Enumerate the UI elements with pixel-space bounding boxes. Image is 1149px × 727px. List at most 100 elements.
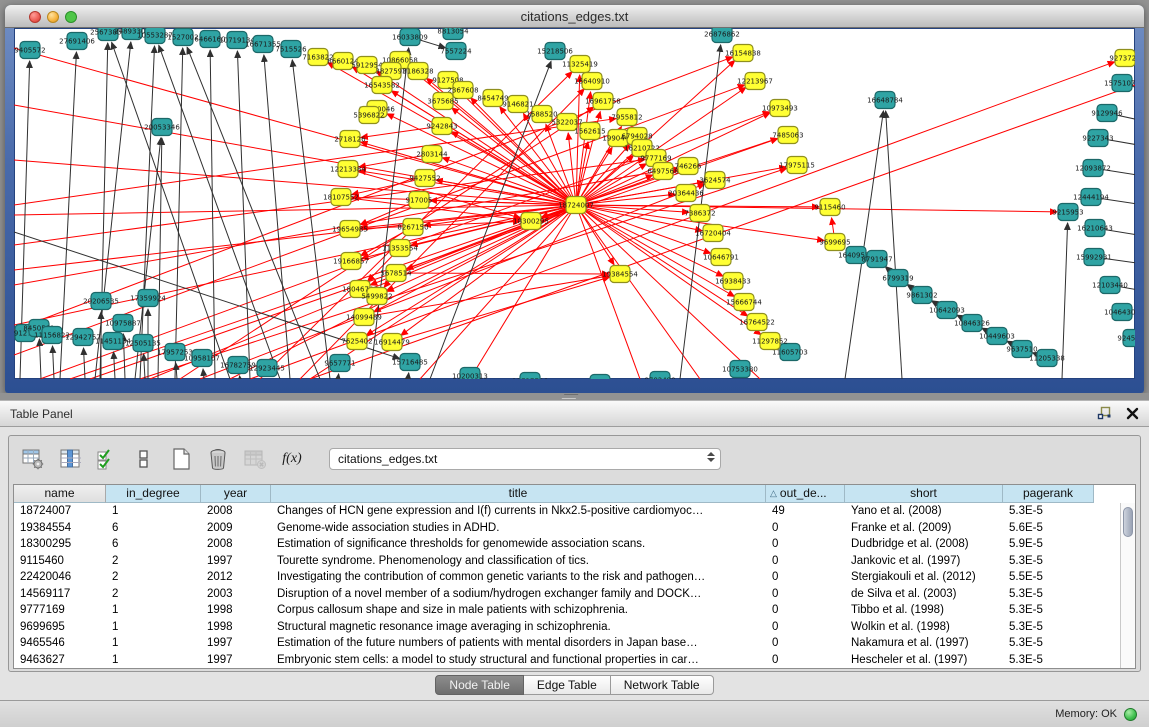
graph-node-label: 5396822 — [353, 112, 384, 120]
select-all-button[interactable] — [93, 445, 121, 473]
graph-node[interactable]: 11737746 — [512, 373, 548, 380]
column-header-out-degree[interactable]: △ out_de... — [766, 485, 845, 503]
graph-node[interactable]: 10646791 — [703, 249, 739, 266]
graph-node[interactable]: 15218506 — [537, 43, 573, 60]
graph-node-label: 8702480 — [644, 377, 675, 380]
table-row[interactable]: 1938455462009Genome-wide association stu… — [14, 520, 1120, 537]
graph-node[interactable]: 16764522 — [739, 314, 775, 331]
graph-node[interactable]: 6799319 — [882, 270, 913, 287]
graph-node[interactable]: 16720404 — [695, 225, 731, 242]
graph-node[interactable]: 9273721 — [1109, 50, 1135, 67]
column-header-title[interactable]: title — [271, 485, 766, 503]
graph-node[interactable]: 20206535 — [83, 293, 119, 310]
graph-edge — [408, 373, 409, 379]
graph-node[interactable]: 19166857 — [333, 253, 369, 270]
graph-node[interactable]: 9245072 — [1117, 330, 1135, 347]
graph-node[interactable]: 12213967 — [737, 73, 773, 90]
memory-status-indicator[interactable] — [1124, 708, 1137, 721]
table-row[interactable]: 946362711997Embryonic stem cells: a mode… — [14, 652, 1120, 669]
graph-node[interactable]: 9482430 — [584, 375, 615, 380]
graph-node[interactable]: 17359924 — [130, 290, 166, 307]
graph-node[interactable]: 9427552 — [409, 170, 440, 187]
graph-node[interactable]: 9861302 — [906, 287, 937, 304]
window-titlebar[interactable]: citations_edges.txt — [5, 5, 1144, 28]
scrollbar-thumb[interactable] — [1123, 507, 1133, 537]
table-row[interactable]: 911546021997Tourette syndrome. Phenomeno… — [14, 553, 1120, 570]
column-header-year[interactable]: year — [201, 485, 271, 503]
graph-node[interactable]: 16914479 — [374, 334, 410, 351]
graph-node[interactable]: 12103440 — [1092, 277, 1128, 294]
graph-node[interactable]: 16154838 — [725, 45, 761, 62]
graph-node-label: 8813054 — [437, 28, 469, 36]
table-row[interactable]: 946554611997Estimation of the future num… — [14, 635, 1120, 652]
graph-node[interactable]: 15716485 — [392, 354, 428, 371]
graph-node[interactable]: 11325419 — [562, 56, 598, 73]
column-header-pagerank[interactable]: pagerank — [1003, 485, 1094, 503]
graph-node[interactable]: 20053346 — [144, 119, 180, 136]
graph-node[interactable]: 15751074 — [1104, 75, 1135, 92]
graph-node[interactable]: 7557224 — [440, 43, 472, 60]
citation-graph[interactable]: 9405572276914062567380524893305105532871… — [14, 28, 1135, 379]
column-header-name[interactable]: name — [14, 485, 106, 503]
tab-node-table[interactable]: Node Table — [435, 675, 524, 695]
table-selector[interactable]: citations_edges.txt — [329, 448, 721, 470]
table-row[interactable]: 2242004622012Investigating the contribut… — [14, 569, 1120, 586]
graph-node[interactable]: 7955812 — [611, 109, 642, 126]
graph-node-label: 10646791 — [703, 254, 739, 262]
graph-node[interactable]: 10464302 — [1104, 304, 1135, 321]
table-cell: Franke et al. (2009) — [845, 520, 1003, 537]
table-scrollbar[interactable] — [1120, 503, 1135, 668]
table-row[interactable]: 977716911998Corpus callosum shape and si… — [14, 602, 1120, 619]
graph-node[interactable]: 917005 — [406, 192, 433, 209]
float-panel-icon[interactable] — [1097, 406, 1112, 426]
graph-node[interactable]: 9227343 — [1082, 130, 1113, 147]
table-cell: 1997 — [201, 635, 271, 652]
graph-node[interactable]: 19384554 — [602, 266, 638, 283]
graph-node[interactable]: 9699695 — [819, 234, 850, 251]
table-row[interactable]: 969969511998Structural magnetic resonanc… — [14, 619, 1120, 636]
graph-node[interactable]: 17975115 — [779, 157, 815, 174]
table-cell: Nakamura et al. (1997) — [845, 635, 1003, 652]
graph-node[interactable]: 9115460 — [814, 199, 845, 216]
graph-node[interactable]: 7625402 — [341, 333, 372, 350]
column-header-in-degree[interactable]: in_degree — [106, 485, 201, 503]
table-options-button[interactable] — [19, 445, 47, 473]
unselect-all-button[interactable] — [130, 445, 158, 473]
graph-node[interactable]: 8813054 — [437, 28, 469, 40]
column-header-short[interactable]: short — [845, 485, 1003, 503]
graph-node[interactable]: 12213384 — [330, 161, 366, 178]
graph-node[interactable]: 9129946 — [1091, 105, 1123, 122]
graph-node[interactable]: 12444194 — [1073, 189, 1109, 206]
network-window[interactable]: citations_edges.txt 94055722769140625673… — [5, 5, 1144, 393]
panel-resize-grip[interactable] — [562, 394, 579, 399]
function-builder-button[interactable]: f(x) — [278, 445, 306, 473]
graph-node[interactable]: 10200313 — [452, 368, 488, 380]
graph-node[interactable]: 16648784 — [867, 92, 903, 109]
graph-node[interactable]: 9215953 — [1052, 204, 1083, 221]
graph-node[interactable]: 10753380 — [722, 361, 758, 378]
table-row[interactable]: 1830029562008Estimation of significance … — [14, 536, 1120, 553]
graph-node[interactable]: 10975887 — [105, 315, 141, 332]
graph-node[interactable]: 26876862 — [704, 28, 740, 43]
graph-node[interactable]: 12093872 — [1075, 160, 1111, 177]
graph-node[interactable]: 15992931 — [1076, 249, 1112, 266]
graph-node[interactable]: 746266 — [675, 158, 702, 175]
table-cell: Genome-wide association studies in ADHD. — [271, 520, 766, 537]
close-panel-icon[interactable] — [1126, 407, 1139, 425]
delete-column-button[interactable] — [204, 445, 232, 473]
graph-node[interactable]: 15666744 — [726, 294, 762, 311]
table-row[interactable]: 1456911722003Disruption of a novel membe… — [14, 586, 1120, 603]
show-columns-button[interactable] — [56, 445, 84, 473]
graph-node[interactable]: 3624574 — [699, 172, 731, 189]
tab-network-table[interactable]: Network Table — [611, 675, 714, 695]
graph-node[interactable]: 8702480 — [644, 372, 675, 380]
tab-edge-table[interactable]: Edge Table — [524, 675, 611, 695]
network-canvas[interactable]: 9405572276914062567380524893305105532871… — [14, 28, 1135, 379]
graph-node[interactable]: 18107552 — [323, 189, 359, 206]
create-column-button[interactable] — [167, 445, 195, 473]
graph-node[interactable]: 16033809 — [392, 29, 428, 46]
graph-node[interactable]: 7485063 — [772, 127, 803, 144]
graph-node[interactable]: 16210643 — [1077, 220, 1113, 237]
table-cell: 1998 — [201, 602, 271, 619]
table-row[interactable]: 1872400712008Changes of HCN gene express… — [14, 503, 1120, 520]
